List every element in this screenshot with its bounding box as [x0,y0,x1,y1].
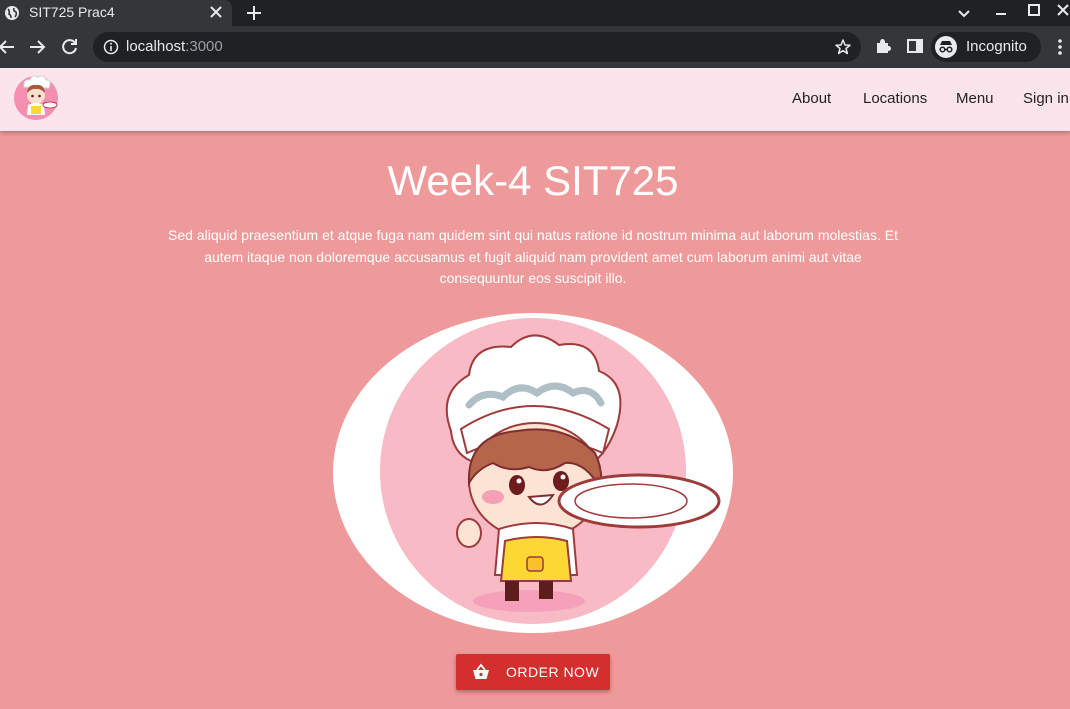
star-icon[interactable] [834,38,852,56]
chef-logo[interactable] [12,73,60,121]
minimize-icon[interactable] [991,3,1011,23]
hero-title: Week-4 SIT725 [387,157,679,204]
info-icon[interactable] [103,39,119,55]
close-icon[interactable] [207,3,225,21]
url-host: localhost [126,38,186,55]
nav-link-locations[interactable]: Locations [863,90,927,107]
more-icon[interactable] [1052,37,1068,57]
nav-link-about[interactable]: About [792,90,831,107]
plus-icon[interactable] [244,3,264,23]
nav-link-sign-in[interactable]: Sign in [1023,90,1069,107]
nav-link-menu[interactable]: Menu [956,90,994,107]
order-now-button[interactable]: ORDER NOW [456,654,610,690]
window-close-icon[interactable] [1054,3,1070,23]
side-panel-icon[interactable] [906,37,924,55]
maximize-icon[interactable] [1024,3,1044,23]
address-bar[interactable]: localhost:3000 [93,32,861,62]
globe-icon [5,6,19,20]
browser-toolbar: localhost:3000 Incognito [0,26,1070,68]
url-port: :3000 [185,38,223,55]
tab-title: SIT725 Prac4 [29,4,115,20]
puzzle-icon[interactable] [874,37,892,55]
order-now-label: ORDER NOW [506,664,600,680]
forward-icon[interactable] [28,37,48,57]
browser-tab[interactable]: SIT725 Prac4 [0,0,232,26]
tab-strip: SIT725 Prac4 [0,0,1070,26]
chevron-down-icon[interactable] [954,3,974,23]
site-navbar: About Locations Menu Sign in [0,68,1070,131]
incognito-badge[interactable]: Incognito [931,32,1041,62]
incognito-label: Incognito [966,38,1027,55]
reload-icon[interactable] [60,37,80,57]
hero-description: Sed aliquid praesentium et atque fuga na… [168,227,898,286]
basket-icon [473,663,489,679]
url-text: localhost:3000 [126,38,223,55]
back-icon[interactable] [0,37,16,57]
chef-illustration [333,313,733,633]
incognito-icon [935,36,957,58]
